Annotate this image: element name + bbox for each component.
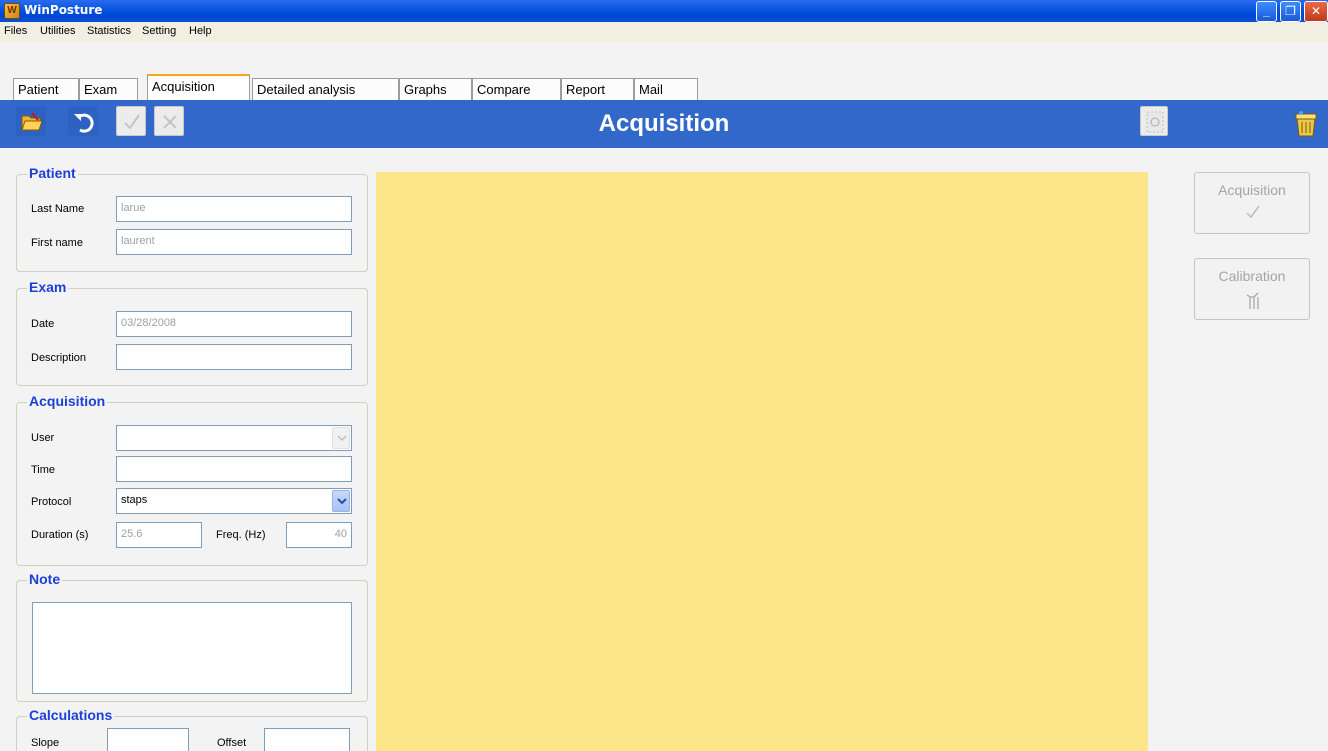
checkmark-icon [1246,205,1260,219]
app-logo-icon: W [4,3,20,19]
grid-settings-button[interactable] [1140,106,1168,136]
calculations-group: Calculations Slope Offset [16,707,368,751]
note-group: Note [16,571,368,702]
restore-button[interactable]: ❐ [1280,1,1301,22]
duration-field[interactable]: 25.6 [116,522,202,548]
title-bar: W WinPosture _ ❐ ✕ [0,0,1328,22]
chevron-down-icon [337,498,347,505]
trash-button[interactable] [1288,106,1320,137]
user-select[interactable] [116,425,352,451]
menu-statistics[interactable]: Statistics [87,25,131,37]
tab-mail[interactable]: Mail [634,78,698,100]
protocol-label: Protocol [31,496,72,508]
protocol-select[interactable]: staps [116,488,352,514]
slope-field[interactable] [107,728,189,751]
first-name-label: First name [31,237,83,249]
calculations-group-title: Calculations [27,707,115,723]
acquisition-group-title: Acquisition [27,393,108,409]
patient-group-title: Patient [27,165,78,181]
protocol-dropdown-arrow[interactable] [332,490,350,512]
last-name-label: Last Name [31,203,85,215]
user-dropdown-arrow[interactable] [332,427,350,449]
protocol-select-value: staps [121,494,148,506]
acquisition-button-label: Acquisition [1218,182,1286,198]
minimize-button[interactable]: _ [1256,1,1277,22]
time-label: Time [31,464,56,476]
tab-report[interactable]: Report [561,78,634,100]
calibration-figure-icon [1246,292,1259,309]
exam-group-title: Exam [27,279,69,295]
duration-label: Duration (s) [31,529,89,541]
last-name-field[interactable]: larue [116,196,352,222]
window-title: WinPosture [24,3,103,17]
date-label: Date [31,318,55,330]
date-field[interactable]: 03/28/2008 [116,311,352,337]
menu-utilities[interactable]: Utilities [40,25,75,37]
slope-label: Slope [31,737,60,749]
note-textarea[interactable] [32,602,352,694]
first-name-field[interactable]: laurent [116,229,352,255]
user-label: User [31,432,55,444]
note-group-title: Note [27,571,63,587]
calibration-button[interactable]: Calibration [1194,258,1310,320]
time-field[interactable] [116,456,352,482]
tab-compare[interactable]: Compare [472,78,561,100]
tab-bar [0,42,1328,66]
trash-bin-icon [1295,111,1317,137]
tab-acquisition[interactable]: Acquisition [147,74,250,100]
chevron-down-icon [337,435,347,442]
acquisition-button[interactable]: Acquisition [1194,172,1310,234]
close-button[interactable]: ✕ [1304,1,1328,22]
section-header: Acquisition [0,100,1328,148]
menu-bar: Files Utilities Statistics Setting Help [0,22,1328,42]
tab-exam[interactable]: Exam [79,78,138,100]
calibration-button-label: Calibration [1218,268,1286,284]
freq-field[interactable]: 40 [286,522,352,548]
description-label: Description [31,352,87,364]
page-title: Acquisition [598,110,730,137]
patient-group: Patient Last Name larue First name laure… [16,165,368,272]
menu-help[interactable]: Help [189,25,212,37]
offset-field[interactable] [264,728,350,751]
tab-detailed-analysis[interactable]: Detailed analysis [252,78,399,100]
acquisition-group: Acquisition User Time Protocol staps Dur… [16,393,368,566]
tab-patient[interactable]: Patient [13,78,79,100]
tab-graphs[interactable]: Graphs [399,78,472,100]
description-field[interactable] [116,344,352,370]
offset-label: Offset [217,737,247,749]
menu-files[interactable]: Files [4,25,27,37]
grid-settings-icon [1146,111,1164,133]
menu-setting[interactable]: Setting [142,25,176,37]
exam-group: Exam Date 03/28/2008 Description [16,279,368,386]
acquisition-canvas[interactable] [376,172,1148,751]
freq-label: Freq. (Hz) [216,529,266,541]
